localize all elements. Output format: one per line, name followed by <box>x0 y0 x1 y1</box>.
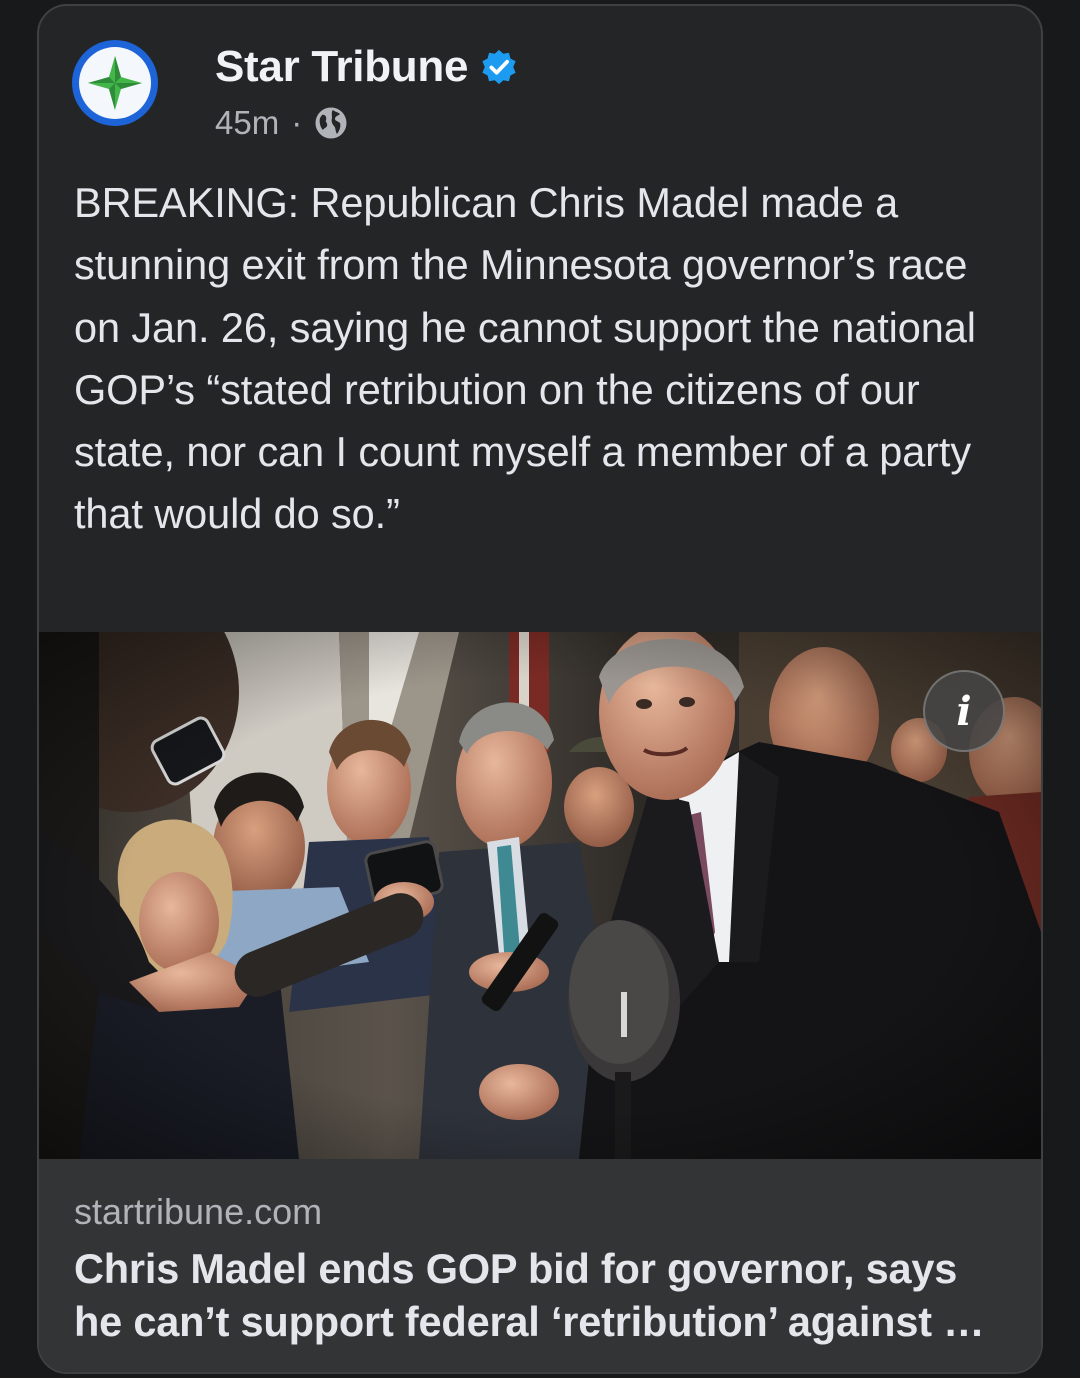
press-scrum-photo <box>39 632 1041 1159</box>
post-meta: 45m · <box>215 104 348 142</box>
post-card: Star Tribune 45m · BREAKING: Republican … <box>37 4 1043 1374</box>
page-avatar[interactable] <box>72 40 158 126</box>
globe-icon[interactable] <box>314 106 348 140</box>
post-header: Star Tribune 45m · <box>72 40 1011 150</box>
page-name[interactable]: Star Tribune <box>215 42 468 92</box>
link-domain: startribune.com <box>74 1191 323 1232</box>
star-tribune-logo-icon <box>79 47 151 119</box>
image-info-button[interactable]: i <box>923 670 1005 752</box>
page-name-row: Star Tribune <box>215 42 518 92</box>
news-photo[interactable]: i <box>39 632 1041 1159</box>
post-timestamp[interactable]: 45m <box>215 104 279 142</box>
info-icon: i <box>956 687 972 735</box>
meta-separator: · <box>291 104 303 141</box>
verified-badge-icon <box>482 49 516 85</box>
post-body-text: BREAKING: Republican Chris Madel made a … <box>74 179 976 538</box>
link-preview[interactable]: startribune.com Chris Madel ends GOP bid… <box>39 1159 1041 1372</box>
link-headline: Chris Madel ends GOP bid for governor, s… <box>74 1245 985 1345</box>
